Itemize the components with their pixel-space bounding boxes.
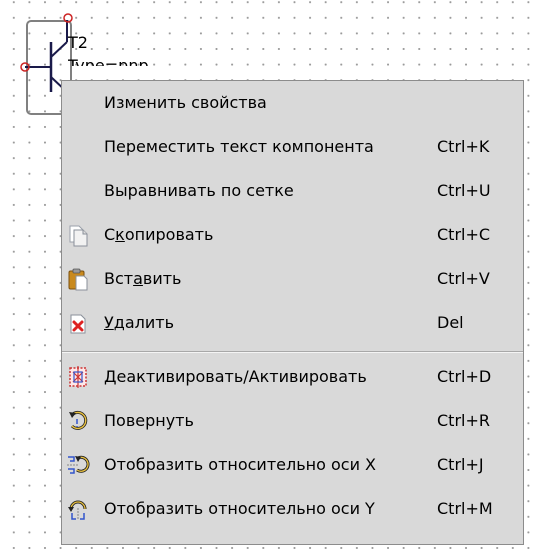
menu-item-mirror-y[interactable]: Отобразить относительно оси Y Ctrl+M	[62, 487, 523, 531]
menu-item-rotate[interactable]: Повернуть Ctrl+R	[62, 399, 523, 443]
menu-item-shortcut: Ctrl+J	[437, 455, 484, 474]
paste-icon	[68, 268, 88, 291]
menu-item-label: Переместить текст компонента	[104, 137, 374, 156]
copy-icon	[69, 225, 88, 247]
menu-item-label: Вставить	[104, 269, 182, 288]
component-reference: T2	[68, 33, 88, 52]
menu-item-label: Деактивировать/Активировать	[104, 367, 367, 386]
menu-item-move-text[interactable]: Переместить текст компонента Ctrl+K	[62, 125, 523, 169]
menu-item-label: Скопировать	[104, 225, 214, 244]
menu-item-edit-properties[interactable]: Изменить свойства	[62, 81, 523, 125]
mirror-y-icon	[68, 500, 87, 520]
menu-item-label: Удалить	[104, 313, 174, 332]
menu-item-label: Отобразить относительно оси X	[104, 455, 377, 474]
menu-item-shortcut: Del	[437, 313, 464, 332]
mirror-x-icon	[67, 455, 90, 474]
menu-item-shortcut: Ctrl+V	[437, 269, 490, 288]
component-value: Type=pnp	[68, 58, 149, 66]
menu-item-shortcut: Ctrl+K	[437, 137, 490, 156]
context-menu: Изменить свойства Переместить текст комп…	[61, 80, 524, 545]
menu-item-paste[interactable]: Вставить Ctrl+V	[62, 257, 523, 301]
menu-item-mirror-x[interactable]: Отобразить относительно оси X Ctrl+J	[62, 443, 523, 487]
menu-item-shortcut: Ctrl+D	[437, 367, 492, 386]
menu-item-label: Выравнивать по сетке	[104, 181, 294, 200]
menu-item-label: Изменить свойства	[104, 93, 267, 112]
menu-item-delete[interactable]: Удалить Del	[62, 301, 523, 345]
menu-item-snap-to-grid[interactable]: Выравнивать по сетке Ctrl+U	[62, 169, 523, 213]
menu-item-shortcut: Ctrl+U	[437, 181, 491, 200]
rotate-icon	[69, 410, 88, 430]
toggle-active-icon	[69, 366, 87, 388]
menu-item-shortcut: Ctrl+R	[437, 411, 490, 430]
delete-icon	[70, 314, 86, 334]
menu-separator	[62, 351, 523, 353]
menu-item-toggle-active[interactable]: Деактивировать/Активировать Ctrl+D	[62, 355, 523, 399]
menu-item-label: Отобразить относительно оси Y	[104, 499, 375, 518]
menu-item-shortcut: Ctrl+C	[437, 225, 491, 244]
collector-lead	[50, 41, 68, 58]
menu-item-label: Повернуть	[104, 411, 194, 430]
menu-item-copy[interactable]: Скопировать Ctrl+C	[62, 213, 523, 257]
menu-item-shortcut: Ctrl+M	[437, 499, 493, 518]
